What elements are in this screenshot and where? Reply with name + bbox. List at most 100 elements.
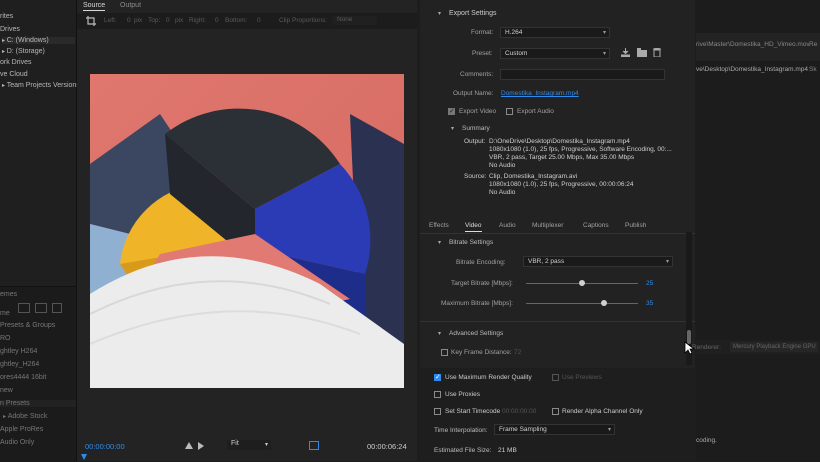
browser-item-team-projects[interactable]: ▸ Team Projects Versions xyxy=(2,82,80,89)
delete-icon[interactable] xyxy=(52,303,62,313)
summary-source-line: Clip, Domestika_Instagram.avi xyxy=(489,173,578,180)
summary-output-label: Output: xyxy=(464,138,486,145)
max-bitrate-slider[interactable] xyxy=(526,303,638,304)
render-alpha-checkbox[interactable] xyxy=(552,408,559,415)
preset-item-adobe-stock[interactable]: ▸ Adobe Stock xyxy=(3,413,47,420)
browser-item-drive-d[interactable]: ▸ D: (Storage) xyxy=(2,48,45,55)
key-frame-checkbox[interactable] xyxy=(441,349,448,356)
use-previews-label: Use Previews xyxy=(562,374,602,381)
current-timecode[interactable]: 00:00:00:00 xyxy=(85,442,125,451)
target-bitrate-value[interactable]: 25 xyxy=(646,280,653,287)
renderer-bar: Renderer: Mercury Playback Engine GPU xyxy=(692,340,820,354)
tab-video[interactable]: Video xyxy=(465,222,482,232)
aspect-ratio-icon[interactable] xyxy=(309,441,319,450)
tab-output[interactable]: Output xyxy=(120,2,141,9)
export-settings-panel: ▾ Export Settings Format: H.264 ▾ Preset:… xyxy=(420,0,695,368)
preset-item[interactable]: ores4444 16bit xyxy=(0,374,46,381)
format-select[interactable]: H.264 ▾ xyxy=(500,27,610,38)
bitrate-settings-heading: Bitrate Settings xyxy=(449,239,494,246)
max-render-quality-checkbox[interactable] xyxy=(434,373,441,381)
max-bitrate-label: Maximum Bitrate [Mbps]: xyxy=(441,300,513,307)
summary-source-line: 1080x1080 (1.0), 25 fps, Progressive, 00… xyxy=(489,181,634,188)
preset-item[interactable]: emes xyxy=(0,291,17,298)
tab-audio[interactable]: Audio xyxy=(499,222,516,229)
target-bitrate-knob[interactable] xyxy=(579,280,585,286)
preset-select[interactable]: Custom ▾ xyxy=(500,48,610,59)
crop-left-label: Left: xyxy=(104,17,117,24)
advanced-settings-heading: Advanced Settings xyxy=(449,330,504,337)
queue-item-path[interactable]: ve\Desktop\Domestika_Instagram.mp4 xyxy=(696,66,808,73)
set-start-timecode-checkbox[interactable] xyxy=(434,408,441,415)
tab-multiplexer[interactable]: Multiplexer xyxy=(532,222,563,229)
max-bitrate-knob[interactable] xyxy=(601,300,607,306)
crop-top-unit: pix xyxy=(175,17,184,24)
preset-item[interactable]: ghtley H264 xyxy=(0,348,37,355)
start-timecode-value: 00:00:00:00 xyxy=(502,408,537,415)
duration-timecode: 00:00:06:24 xyxy=(367,442,407,451)
chevron-down-icon[interactable]: ▾ xyxy=(438,330,441,337)
file-size-label: Estimated File Size: xyxy=(434,447,492,454)
preset-item[interactable]: ghtley_H264 xyxy=(0,361,39,368)
comments-input[interactable] xyxy=(500,69,665,80)
chevron-down-icon: ▾ xyxy=(602,51,606,57)
browser-item[interactable]: Drives xyxy=(0,26,20,33)
export-video-checkbox[interactable] xyxy=(448,107,455,115)
crop-toolbar: Left: 0 pix Top: 0 pix Right: 0 Bottom: … xyxy=(77,13,417,29)
zoom-fit-select[interactable]: Fit ▾ xyxy=(227,440,271,450)
save-preset-icon[interactable] xyxy=(621,48,630,57)
chevron-down-icon[interactable]: ▾ xyxy=(438,10,441,17)
import-preset-icon[interactable] xyxy=(637,48,647,57)
time-interpolation-select[interactable]: Frame Sampling ▾ xyxy=(494,424,615,435)
tab-source[interactable]: Source xyxy=(83,2,106,11)
crop-right-label: Right: xyxy=(189,17,206,24)
summary-source-label: Source: xyxy=(464,173,487,180)
export-audio-checkbox[interactable] xyxy=(506,108,513,115)
key-frame-value: 72 xyxy=(514,349,522,356)
mark-in-icon[interactable] xyxy=(185,442,193,449)
bitrate-encoding-select[interactable]: VBR, 2 pass ▾ xyxy=(523,256,673,267)
mark-out-icon[interactable] xyxy=(198,442,204,450)
chevron-down-icon[interactable]: ▾ xyxy=(451,125,454,132)
tab-captions[interactable]: Captions xyxy=(583,222,609,229)
clip-proportions-select[interactable]: None xyxy=(333,16,377,25)
browser-item-drive-c[interactable]: ▸ C: (Windows) xyxy=(2,37,75,44)
preset-item[interactable]: Audio Only xyxy=(0,439,34,446)
preset-item[interactable]: new xyxy=(0,387,13,394)
output-name-link[interactable]: Domestika_Instagram.mp4 xyxy=(501,90,579,97)
target-bitrate-label: Target Bitrate [Mbps]: xyxy=(451,280,513,287)
chevron-down-icon: ▾ xyxy=(665,259,669,265)
browser-item[interactable]: rites xyxy=(0,13,13,20)
new-folder-icon[interactable] xyxy=(18,303,30,313)
crop-bottom-value[interactable]: 0 xyxy=(257,17,261,24)
queue-item-path[interactable]: rive\Master\Domestika_HD_Vimeo.mov xyxy=(696,41,810,48)
playhead[interactable] xyxy=(81,454,87,460)
divider xyxy=(420,321,695,322)
delete-preset-icon[interactable] xyxy=(653,48,661,57)
preset-item[interactable]: Apple ProRes xyxy=(0,426,43,433)
browser-item[interactable]: ve Cloud xyxy=(0,71,28,78)
crop-icon[interactable] xyxy=(86,16,96,26)
render-alpha-label: Render Alpha Channel Only xyxy=(562,408,643,415)
crop-top-value[interactable]: 0 xyxy=(166,17,170,24)
crop-right-value[interactable]: 0 xyxy=(215,17,219,24)
preset-item[interactable]: me xyxy=(0,310,10,317)
preset-item[interactable]: RO xyxy=(0,335,11,342)
tab-publish[interactable]: Publish xyxy=(625,222,646,229)
browser-item[interactable]: ork Drives xyxy=(0,59,32,66)
chevron-down-icon: ▾ xyxy=(602,30,606,36)
set-start-timecode-label: Set Start Timecode xyxy=(445,408,501,415)
new-group-icon[interactable] xyxy=(35,303,47,313)
use-proxies-checkbox[interactable] xyxy=(434,391,441,398)
chevron-down-icon[interactable]: ▾ xyxy=(438,239,441,246)
queue-item-col: Re xyxy=(809,41,820,48)
tab-effects[interactable]: Effects xyxy=(429,222,449,229)
use-previews-checkbox[interactable] xyxy=(552,374,559,381)
export-options-panel: Use Maximum Render Quality Use Previews … xyxy=(420,369,695,461)
crop-left-value[interactable]: 0 xyxy=(127,17,131,24)
max-bitrate-value[interactable]: 35 xyxy=(646,300,653,307)
preset-item[interactable]: Presets & Groups xyxy=(0,322,55,329)
preset-item[interactable]: n Presets xyxy=(0,400,76,407)
source-monitor: Source Output Left: 0 pix Top: 0 pix Rig… xyxy=(77,0,417,461)
renderer-select[interactable]: Mercury Playback Engine GPU xyxy=(730,342,818,352)
output-name-label: Output Name: xyxy=(453,90,494,97)
